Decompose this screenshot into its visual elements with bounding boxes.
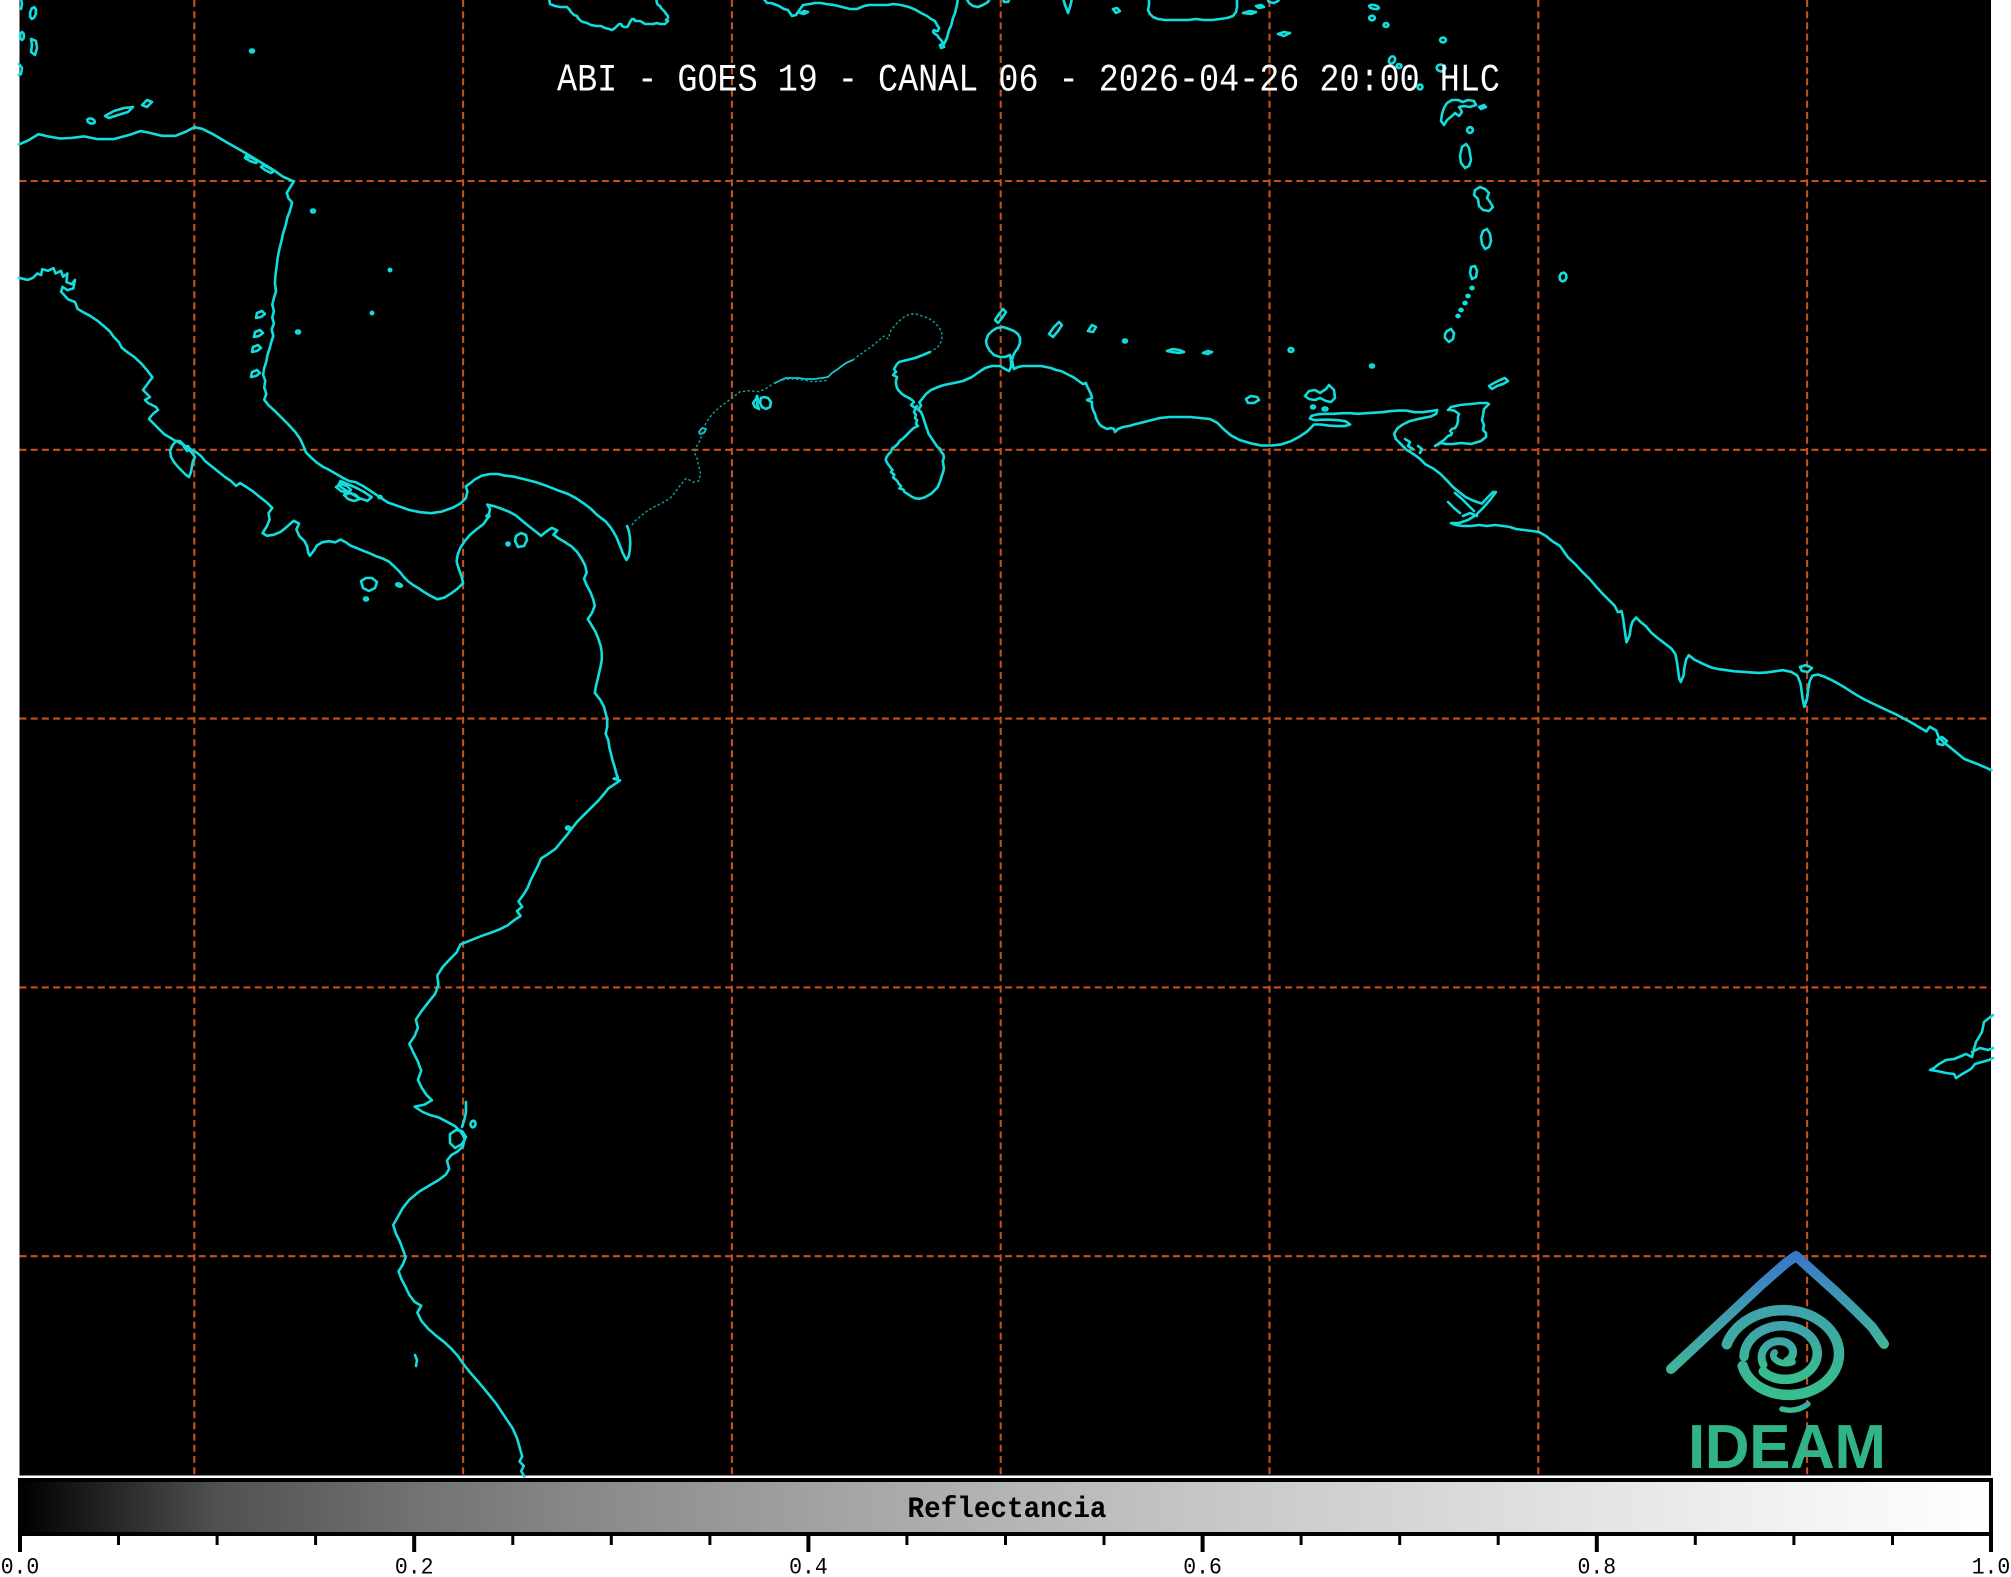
svg-text:0.6: 0.6 (1183, 1555, 1222, 1577)
svg-text:1.0: 1.0 (1972, 1555, 2011, 1577)
svg-text:IDEAM: IDEAM (1688, 1413, 1886, 1482)
svg-text:0.0: 0.0 (1, 1555, 40, 1577)
svg-text:0.2: 0.2 (395, 1555, 434, 1577)
svg-text:0.8: 0.8 (1578, 1555, 1617, 1577)
svg-text:0.4: 0.4 (789, 1555, 828, 1577)
svg-text:ABI - GOES 19 - CANAL 06 - 202: ABI - GOES 19 - CANAL 06 - 2026-04-26 20… (557, 59, 1500, 103)
svg-text:Reflectancia: Reflectancia (908, 1493, 1107, 1527)
